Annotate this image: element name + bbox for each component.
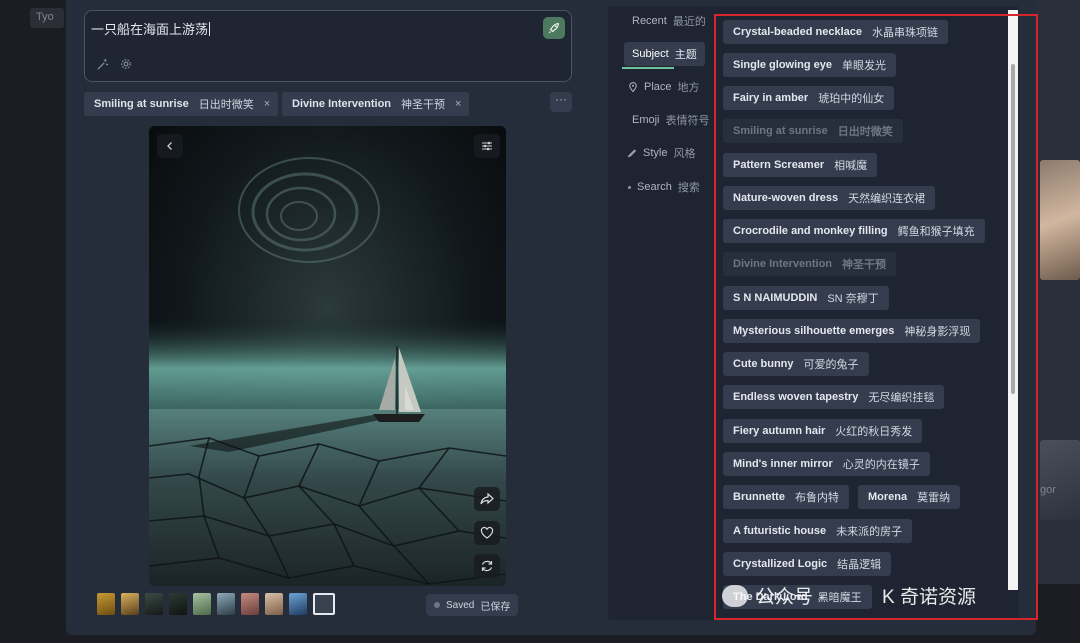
sliders-icon <box>482 141 492 151</box>
history-thumbnail[interactable] <box>241 593 259 615</box>
sailboat-scene-image <box>149 126 506 586</box>
brush-icon <box>627 148 637 157</box>
back-button[interactable] <box>157 134 183 158</box>
category-label-zh: 搜索 <box>677 182 700 194</box>
category-label-zh: 风格 <box>673 148 696 160</box>
history-thumbnail[interactable] <box>121 593 139 615</box>
share-icon <box>480 492 494 505</box>
category-label-en: Style <box>643 147 668 159</box>
watermark-text-right: K 奇诺资源 <box>882 587 976 608</box>
category-label-en: Search <box>637 181 672 193</box>
tag-remove-icon[interactable]: × <box>455 98 461 110</box>
category-label-zh: 主题 <box>674 49 697 61</box>
history-thumbnail[interactable] <box>265 593 283 615</box>
saved-status-badge: Saved 已保存 <box>426 594 519 616</box>
generated-image <box>149 126 506 586</box>
share-button[interactable] <box>474 487 500 511</box>
more-options-button[interactable]: ··· <box>550 92 572 112</box>
favorite-button[interactable] <box>474 521 500 545</box>
regenerate-button[interactable] <box>474 554 500 578</box>
watermark: 公众号 · K 奇诺资源 <box>722 582 976 609</box>
category-label-en: Recent <box>632 15 667 27</box>
history-thumbnail[interactable] <box>97 593 115 615</box>
generate-button[interactable] <box>543 17 565 39</box>
category-label-zh: 地方 <box>677 82 700 94</box>
tag-label-en: Smiling at sunrise <box>94 98 189 110</box>
category-tab-emoji[interactable]: Emoji 表情符号 <box>624 108 718 132</box>
category-label-en: Emoji <box>632 114 660 126</box>
adjust-button[interactable] <box>474 134 500 158</box>
background-right-panel: gor <box>1036 0 1080 643</box>
active-tab-indicator <box>622 67 674 69</box>
tag-remove-icon[interactable]: × <box>264 98 270 110</box>
background-thumbnail <box>1040 160 1080 280</box>
history-thumbnail-selected[interactable] <box>313 593 335 615</box>
settings-gear-icon[interactable] <box>119 57 133 71</box>
category-tab-search[interactable]: Search 搜索 <box>620 175 708 199</box>
prompt-text: 一只船在海面上游荡 <box>91 22 209 37</box>
dot-icon <box>628 185 631 189</box>
tag-label-zh: 神圣干预 <box>401 99 446 111</box>
selected-tag[interactable]: Smiling at sunrise 日出时微笑 × <box>84 92 279 116</box>
chevron-left-icon <box>167 142 172 150</box>
magic-wand-icon[interactable] <box>95 57 109 71</box>
history-thumbnail[interactable] <box>169 593 187 615</box>
category-label-zh: 最近的 <box>672 16 706 28</box>
category-tab-style[interactable]: Style 风格 <box>618 141 703 165</box>
background-chip: Tyo <box>30 8 64 28</box>
wechat-logo-icon <box>722 584 748 607</box>
selected-tag[interactable]: Divine Intervention 神圣干预 × <box>282 92 470 116</box>
status-dot-icon <box>434 602 440 608</box>
history-thumbnail[interactable] <box>289 593 307 615</box>
background-text: gor <box>1040 484 1056 496</box>
prompt-input[interactable]: 一只船在海面上游荡 <box>91 19 211 38</box>
background-left-panel: Tyo <box>0 0 66 643</box>
watermark-text-left: 公众号 · <box>756 587 825 608</box>
pin-icon <box>629 82 637 92</box>
category-tab-place[interactable]: Place 地方 <box>620 75 708 99</box>
category-tab-recent[interactable]: Recent 最近的 <box>624 9 714 33</box>
history-thumbnails <box>97 593 335 615</box>
background-thumbnail <box>1040 440 1080 520</box>
refresh-icon <box>481 560 493 572</box>
history-thumbnail[interactable] <box>145 593 163 615</box>
highlight-annotation-box <box>714 14 1038 620</box>
history-thumbnail[interactable] <box>217 593 235 615</box>
history-thumbnail[interactable] <box>193 593 211 615</box>
category-tab-subject[interactable]: Subject 主题 <box>624 42 705 66</box>
heart-icon <box>480 526 494 539</box>
rocket-icon <box>548 23 559 34</box>
category-label-zh: 表情符号 <box>665 115 710 127</box>
saved-label-en: Saved <box>446 599 475 611</box>
tag-label-zh: 日出时微笑 <box>198 99 254 111</box>
prompt-box[interactable]: 一只船在海面上游荡 <box>84 10 572 82</box>
tag-label-en: Divine Intervention <box>292 98 392 110</box>
category-label-en: Place <box>644 81 672 93</box>
text-caret <box>209 22 211 36</box>
category-label-en: Subject <box>632 48 669 60</box>
saved-label-zh: 已保存 <box>480 601 511 613</box>
